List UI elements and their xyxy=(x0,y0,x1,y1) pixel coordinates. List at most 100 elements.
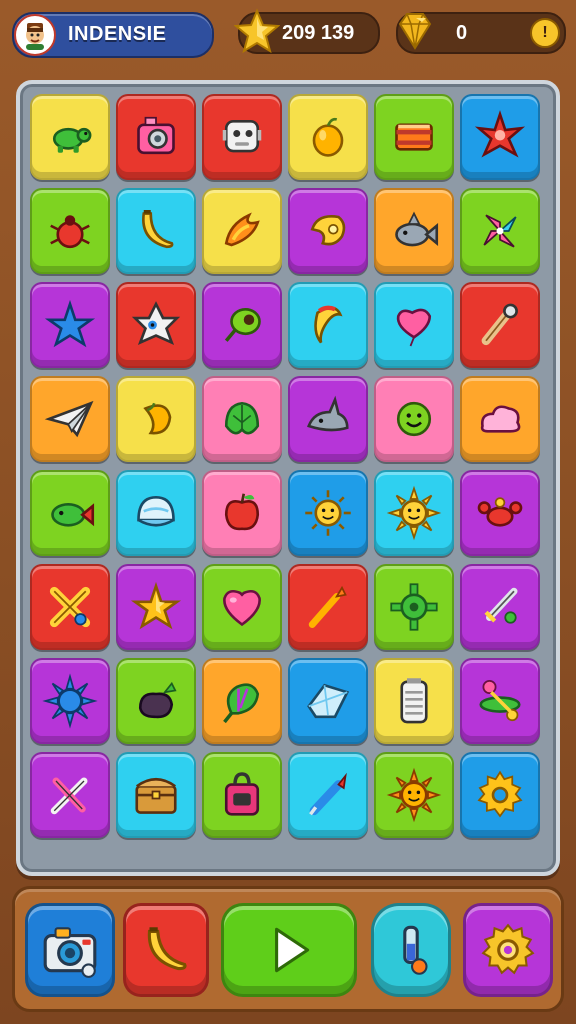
board-tile[interactable] xyxy=(116,470,196,556)
board-tile[interactable] xyxy=(116,752,196,838)
board-tile[interactable] xyxy=(460,564,540,650)
flame-icon xyxy=(224,212,260,247)
board-tile[interactable] xyxy=(460,752,540,838)
banana-icon xyxy=(147,927,187,971)
orange-icon xyxy=(312,117,344,157)
play-icon xyxy=(275,927,310,973)
board-tile[interactable] xyxy=(30,752,110,838)
turtle-icon xyxy=(52,127,92,153)
spiky-ball-icon xyxy=(42,673,98,729)
bat-icon xyxy=(481,303,518,346)
board-tile[interactable] xyxy=(30,470,110,556)
horn-icon xyxy=(310,215,346,246)
sword-icon xyxy=(484,587,518,624)
board-tile[interactable] xyxy=(30,564,110,650)
banana-icon xyxy=(142,210,174,249)
potion-button[interactable] xyxy=(371,903,451,997)
board-tile[interactable] xyxy=(460,94,540,180)
sun-icon xyxy=(386,485,442,541)
gold-star-icon xyxy=(130,581,182,630)
banana-button[interactable] xyxy=(123,903,209,997)
board-tile[interactable] xyxy=(288,470,368,556)
bean-icon xyxy=(224,307,261,342)
board-tile[interactable] xyxy=(202,94,282,180)
gems-counter[interactable]: 0 ! xyxy=(396,12,566,54)
apple-icon xyxy=(224,493,260,531)
board-tile[interactable] xyxy=(288,282,368,368)
player-badge[interactable]: INDENSIE xyxy=(12,12,214,58)
board-tile[interactable] xyxy=(288,94,368,180)
board-tile[interactable] xyxy=(288,658,368,744)
camera-icon xyxy=(43,927,97,978)
gem-icon xyxy=(392,8,438,54)
board-tile[interactable] xyxy=(116,94,196,180)
board-tile[interactable] xyxy=(202,658,282,744)
board-tile[interactable] xyxy=(374,470,454,556)
bag-icon xyxy=(224,772,260,816)
pen-icon xyxy=(309,772,347,816)
board-tile[interactable] xyxy=(30,658,110,744)
board-tile[interactable] xyxy=(30,94,110,180)
board-tile[interactable] xyxy=(374,282,454,368)
board-tile[interactable] xyxy=(116,188,196,274)
cross-swords-icon xyxy=(49,586,91,628)
board-tile[interactable] xyxy=(202,188,282,274)
paper-plane-icon xyxy=(44,400,94,438)
settings-button[interactable] xyxy=(463,903,553,997)
crossed-sticks-icon xyxy=(50,777,88,815)
board-tile[interactable] xyxy=(30,376,110,462)
board-tile[interactable] xyxy=(374,376,454,462)
heart-balloon-icon xyxy=(396,308,432,347)
game-board xyxy=(16,80,560,876)
board-tile[interactable] xyxy=(460,376,540,462)
board-tile[interactable] xyxy=(202,752,282,838)
star-icon xyxy=(233,8,281,54)
chest-icon xyxy=(135,777,177,814)
board-tile[interactable] xyxy=(202,282,282,368)
sun-face-icon xyxy=(305,490,351,536)
pepper-icon xyxy=(314,305,343,344)
board-tile[interactable] xyxy=(202,564,282,650)
coins-counter[interactable]: 209 139 xyxy=(233,8,380,54)
board-tile[interactable] xyxy=(374,94,454,180)
board-tile[interactable] xyxy=(288,752,368,838)
board-tile[interactable] xyxy=(460,470,540,556)
board-tile[interactable] xyxy=(374,752,454,838)
board-tile[interactable] xyxy=(116,564,196,650)
avatar-icon[interactable] xyxy=(14,14,56,56)
board-tile[interactable] xyxy=(116,658,196,744)
shark-icon xyxy=(307,395,349,432)
gems-value: 0 xyxy=(456,22,468,44)
torch-icon xyxy=(308,585,347,628)
play-button[interactable] xyxy=(221,903,357,997)
board-tile[interactable] xyxy=(374,658,454,744)
board-tile[interactable] xyxy=(30,188,110,274)
lettuce-icon xyxy=(223,683,260,724)
board-tile[interactable] xyxy=(460,658,540,744)
beetle-icon xyxy=(50,215,90,249)
bottom-action-bar xyxy=(12,886,564,1012)
board-tile[interactable] xyxy=(288,376,368,462)
add-gems-button[interactable]: ! xyxy=(530,18,560,48)
crab-icon xyxy=(477,497,523,527)
gear-ball-icon xyxy=(390,583,438,631)
board-tile[interactable] xyxy=(116,282,196,368)
board-tile[interactable] xyxy=(202,470,282,556)
settings-gear-icon xyxy=(481,923,535,975)
board-tile[interactable] xyxy=(202,376,282,462)
board-tile[interactable] xyxy=(116,376,196,462)
board-tile[interactable] xyxy=(460,188,540,274)
potion-icon xyxy=(403,925,428,975)
cloud-icon xyxy=(480,405,521,433)
tile-grid xyxy=(28,92,542,844)
board-tile[interactable] xyxy=(288,188,368,274)
coins-value: 209 139 xyxy=(282,22,355,44)
top-hud: INDENSIE 209 139 0 ! xyxy=(0,0,576,64)
board-tile[interactable] xyxy=(288,564,368,650)
board-tile[interactable] xyxy=(460,282,540,368)
board-tile[interactable] xyxy=(374,188,454,274)
camera-button[interactable] xyxy=(25,903,115,997)
fish-green-icon xyxy=(51,502,95,527)
board-tile[interactable] xyxy=(30,282,110,368)
board-tile[interactable] xyxy=(374,564,454,650)
